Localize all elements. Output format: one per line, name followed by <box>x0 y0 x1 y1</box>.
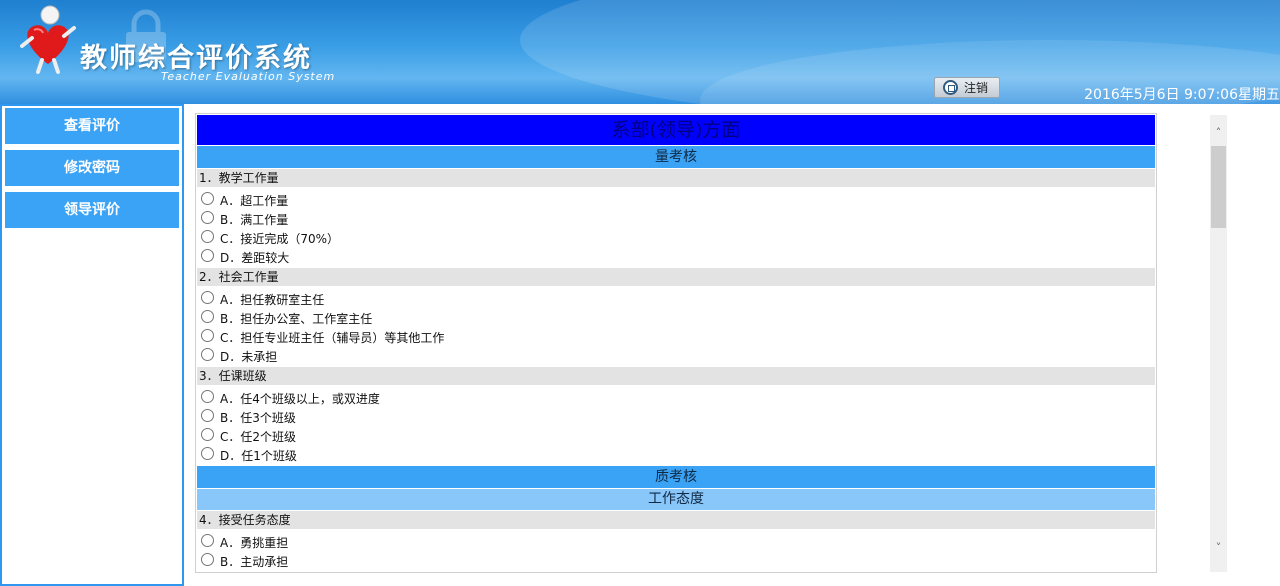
option-row[interactable]: C．担任专业班主任（辅导员）等其他工作 <box>196 328 1156 347</box>
form-banner: 系部(领导)方面 <box>197 115 1155 145</box>
logout-label: 注销 <box>964 81 989 95</box>
option-row[interactable]: B．任3个班级 <box>196 408 1156 427</box>
option-label: C．担任专业班主任（辅导员）等其他工作 <box>220 331 445 345</box>
option-radio[interactable] <box>201 291 214 304</box>
option-radio[interactable] <box>201 447 214 460</box>
option-label: B．担任办公室、工作室主任 <box>220 312 373 326</box>
option-row[interactable]: C．任2个班级 <box>196 427 1156 446</box>
option-row[interactable]: B．主动承担 <box>196 552 1156 571</box>
option-label: D．未承担 <box>220 350 278 364</box>
option-label: A．担任教研室主任 <box>220 293 325 307</box>
option-label: D．任1个班级 <box>220 449 297 463</box>
option-row[interactable]: B．满工作量 <box>196 210 1156 229</box>
sidebar-item-view-evaluation[interactable]: 查看评价 <box>5 108 179 144</box>
question-options: A．勇挑重担 B．主动承担 <box>196 530 1156 571</box>
option-radio[interactable] <box>201 428 214 441</box>
option-label: A．勇挑重担 <box>220 536 289 550</box>
option-row[interactable]: B．担任办公室、工作室主任 <box>196 309 1156 328</box>
question-options: A．担任教研室主任 B．担任办公室、工作室主任 C．担任专业班主任（辅导员）等其… <box>196 287 1156 366</box>
option-radio[interactable] <box>201 348 214 361</box>
chevron-up-icon[interactable]: ˄ <box>1210 124 1227 141</box>
option-radio[interactable] <box>201 230 214 243</box>
option-row[interactable]: C．接近完成（70%） <box>196 229 1156 248</box>
header-banner: 教师综合评价系统 Teacher Evaluation System 注销 20… <box>0 0 1280 104</box>
option-radio[interactable] <box>201 329 214 342</box>
logout-button[interactable]: 注销 <box>934 77 1000 98</box>
option-row[interactable]: A．超工作量 <box>196 191 1156 210</box>
sidebar-item-leader-evaluation[interactable]: 领导评价 <box>5 192 179 228</box>
question-title: 1．教学工作量 <box>197 169 1155 187</box>
sidebar: 查看评价 修改密码 领导评价 <box>0 104 184 586</box>
option-label: D．差距较大 <box>220 251 290 265</box>
option-label: A．超工作量 <box>220 194 289 208</box>
question-options: A．超工作量 B．满工作量 C．接近完成（70%） D．差距较大 <box>196 188 1156 267</box>
option-label: B．任3个班级 <box>220 411 296 425</box>
section-header-quality: 质考核 <box>197 466 1155 488</box>
current-datetime: 2016年5月6日 9:07:06星期五 <box>1084 87 1280 103</box>
subsection-header-attitude: 工作态度 <box>197 489 1155 510</box>
option-radio[interactable] <box>201 310 214 323</box>
option-row[interactable]: D．未承担 <box>196 347 1156 366</box>
option-label: B．满工作量 <box>220 213 289 227</box>
option-radio[interactable] <box>201 249 214 262</box>
option-label: C．接近完成（70%） <box>220 232 340 246</box>
app-subtitle: Teacher Evaluation System <box>161 70 336 83</box>
section-header-quantity: 量考核 <box>197 146 1155 168</box>
question-options: A．任4个班级以上，或双进度 B．任3个班级 C．任2个班级 D．任1个班级 <box>196 386 1156 465</box>
chevron-down-icon[interactable]: ˅ <box>1210 539 1227 556</box>
logout-icon <box>943 80 958 95</box>
option-radio[interactable] <box>201 192 214 205</box>
scrollbar-thumb[interactable] <box>1211 146 1226 228</box>
vertical-scrollbar[interactable]: ˄ ˅ <box>1210 115 1227 572</box>
question-title: 2．社会工作量 <box>197 268 1155 286</box>
option-radio[interactable] <box>201 211 214 224</box>
option-row[interactable]: D．差距较大 <box>196 248 1156 267</box>
option-radio[interactable] <box>201 409 214 422</box>
option-row[interactable]: A．担任教研室主任 <box>196 290 1156 309</box>
option-label: B．主动承担 <box>220 555 289 569</box>
option-label: C．任2个班级 <box>220 430 297 444</box>
option-row[interactable]: A．勇挑重担 <box>196 533 1156 552</box>
option-radio[interactable] <box>201 553 214 566</box>
question-title: 3．任课班级 <box>197 367 1155 385</box>
option-radio[interactable] <box>201 534 214 547</box>
question-title: 4．接受任务态度 <box>197 511 1155 529</box>
evaluation-form: 系部(领导)方面 量考核 1．教学工作量 A．超工作量 B．满工作量 C．接近完… <box>195 113 1157 573</box>
option-row[interactable]: D．任1个班级 <box>196 446 1156 465</box>
heart-mascot-icon <box>20 5 76 74</box>
sidebar-item-change-password[interactable]: 修改密码 <box>5 150 179 186</box>
option-row[interactable]: A．任4个班级以上，或双进度 <box>196 389 1156 408</box>
option-radio[interactable] <box>201 390 214 403</box>
option-label: A．任4个班级以上，或双进度 <box>220 392 380 406</box>
